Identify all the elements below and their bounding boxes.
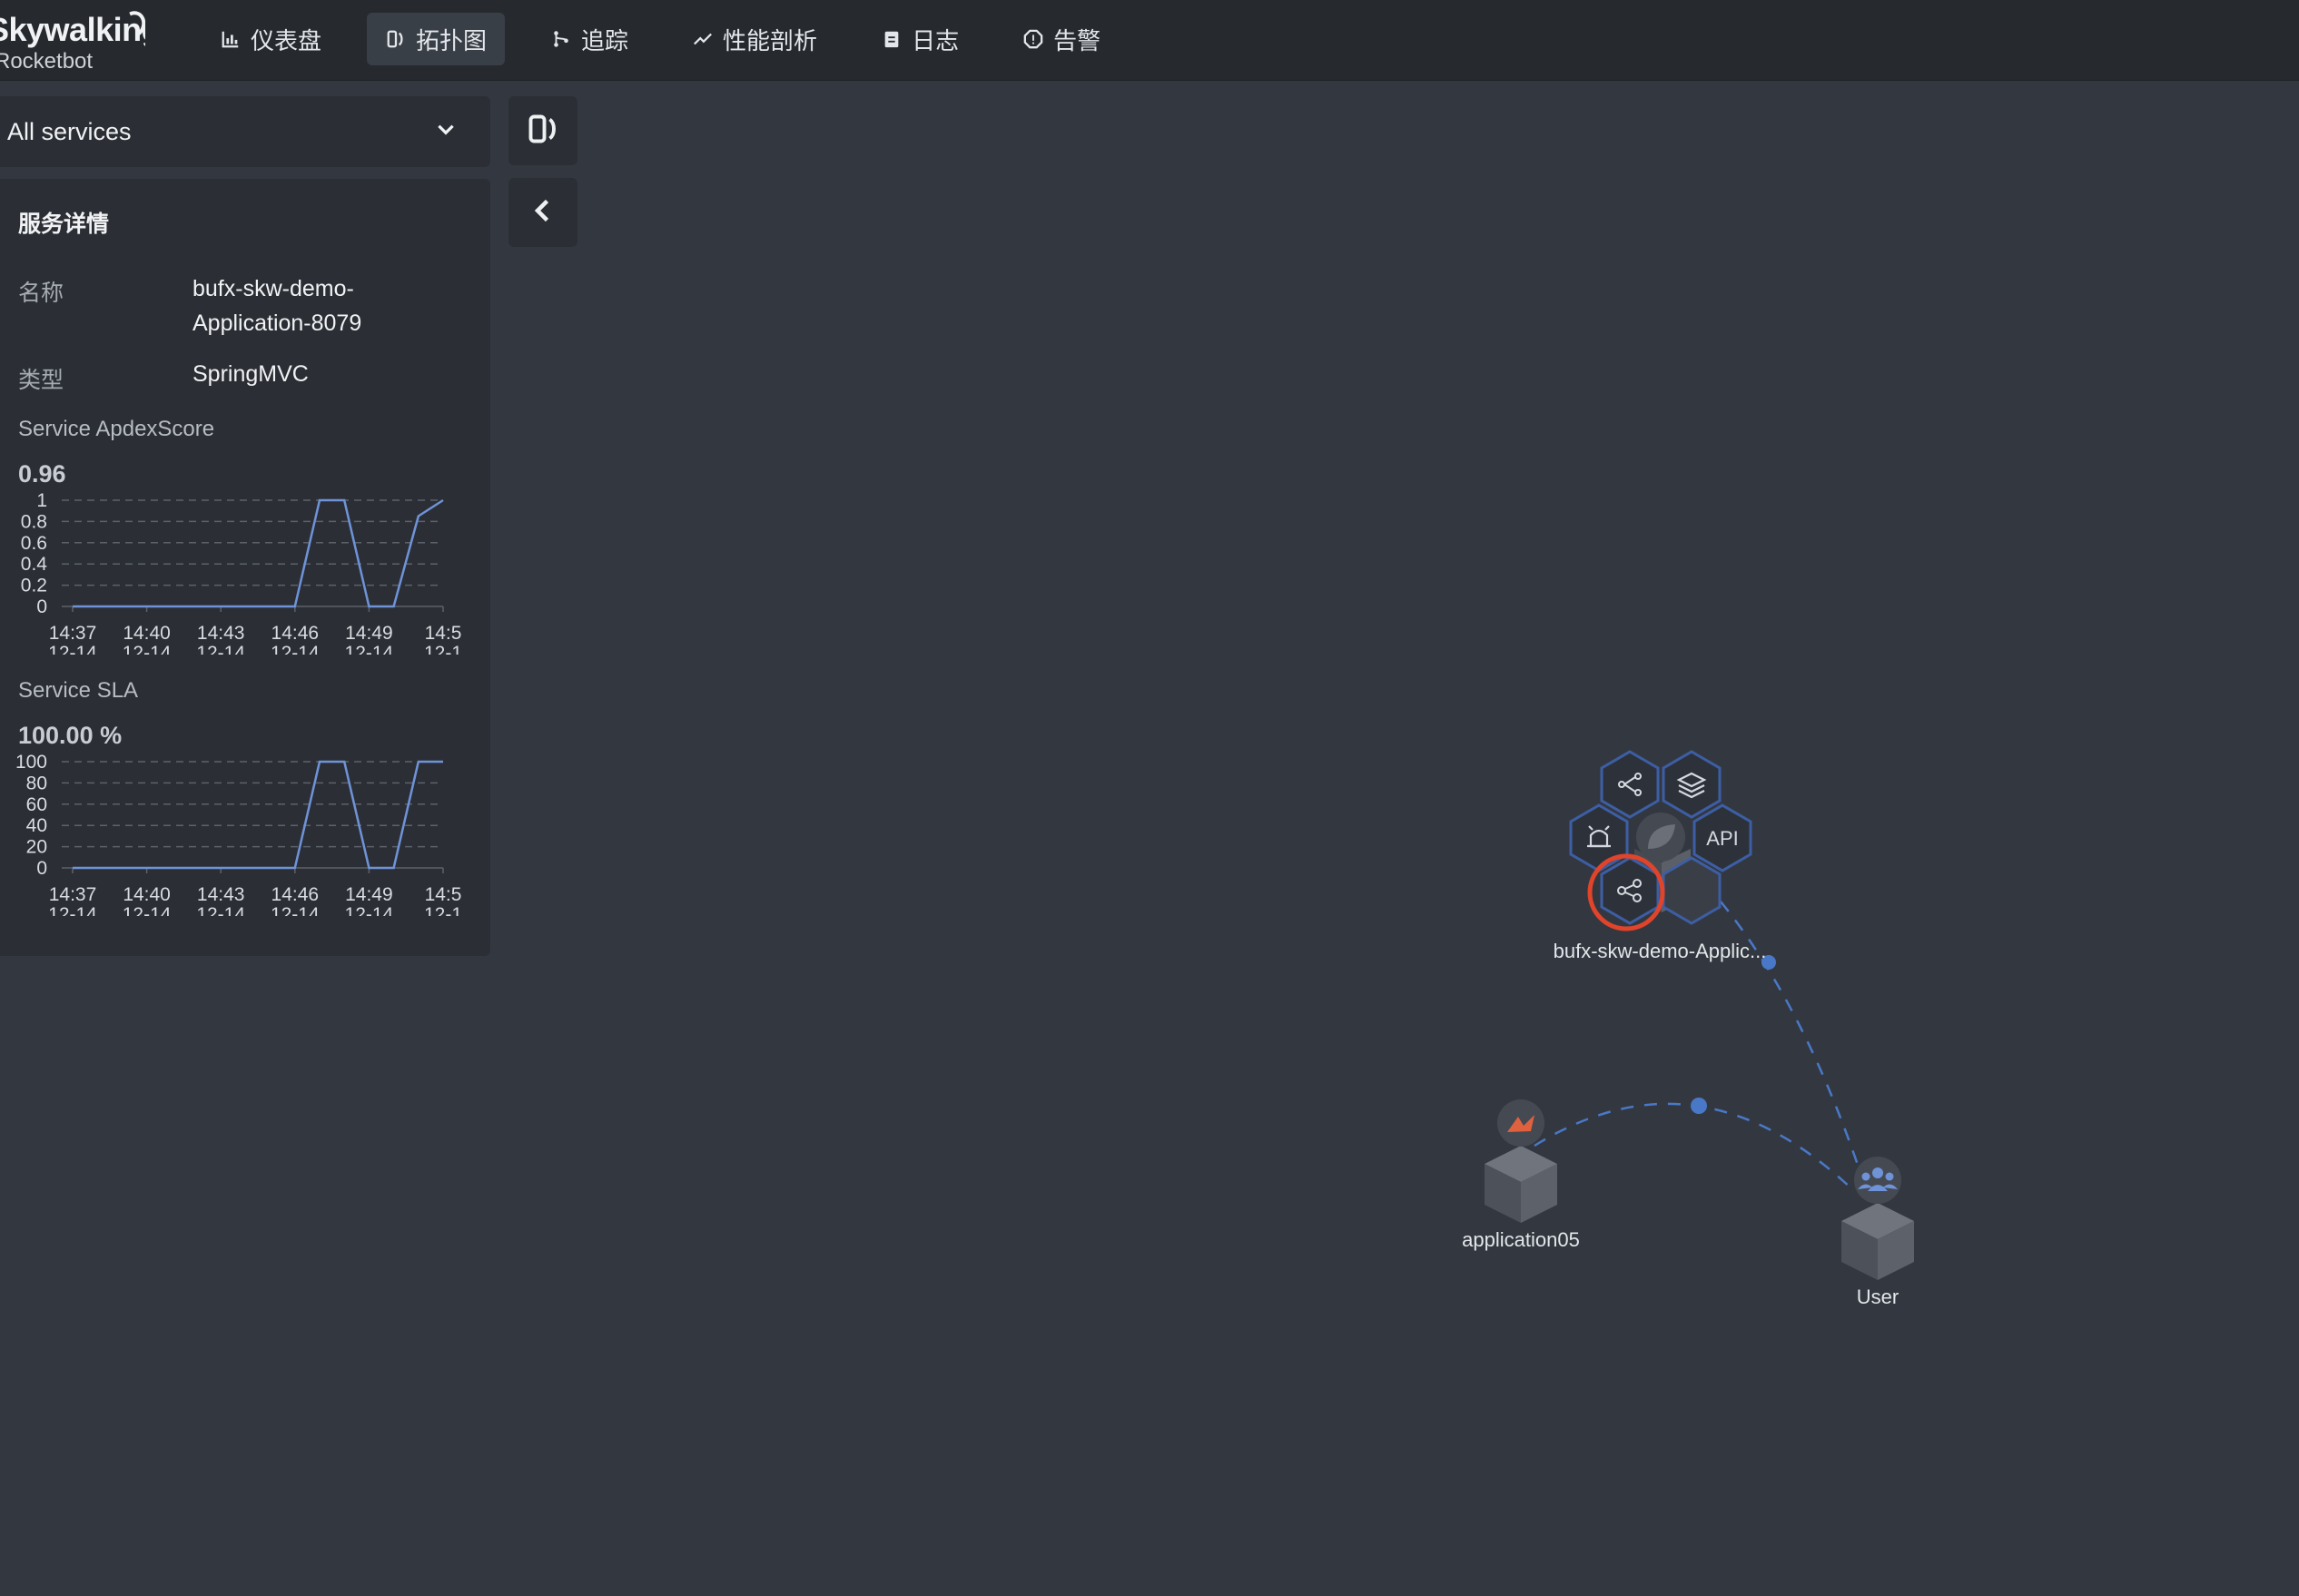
name-label: 名称 bbox=[18, 281, 64, 306]
hex-alarm-button[interactable] bbox=[1569, 803, 1629, 872]
apdex-x-tick-date: 12-14 bbox=[48, 643, 97, 655]
link-app-user-dot[interactable] bbox=[1761, 955, 1776, 970]
sla-x-tick-time: 14:49 bbox=[345, 884, 393, 905]
nav-topology-label: 拓扑图 bbox=[416, 26, 488, 54]
main-nav: 仪表盘 拓扑图 追踪 性能剖析 日志 告警 bbox=[202, 13, 1146, 65]
nav-log-label: 日志 bbox=[912, 26, 960, 54]
nav-log[interactable]: 日志 bbox=[863, 13, 977, 65]
skywalking-logo[interactable]: Skywalking Rocketbot bbox=[0, 7, 145, 74]
sla-x-tick-date: 12-14 bbox=[271, 904, 320, 916]
apdex-x-tick-time: 14:40 bbox=[123, 623, 171, 644]
sla-x-tick-time: 14:43 bbox=[197, 884, 245, 905]
service-name-value: bufx-skw-demo- Application-8079 bbox=[192, 271, 361, 340]
link-app-user[interactable] bbox=[1720, 901, 1868, 1190]
sla-x-tick-date: 12-14 bbox=[48, 904, 97, 916]
apdex-title: Service ApdexScore bbox=[18, 417, 215, 441]
bar-chart-icon bbox=[220, 28, 242, 50]
apdex-x-tick-date: 12-14 bbox=[271, 643, 320, 655]
nav-dashboard[interactable]: 仪表盘 bbox=[202, 13, 340, 65]
apdex-x-tick-date: 12-14 bbox=[196, 643, 245, 655]
sla-y-tick: 0 bbox=[36, 858, 47, 879]
topology-icon bbox=[385, 28, 407, 50]
service-select[interactable]: All services bbox=[0, 96, 490, 167]
sla-x-tick-date: 12-14 bbox=[123, 904, 172, 916]
apdex-chart: 10.80.60.40.2014:3712-1414:4012-1414:431… bbox=[21, 490, 462, 655]
apdex-x-tick-time: 14:5 bbox=[425, 623, 462, 644]
service-name-line1: bufx-skw-demo- bbox=[192, 276, 354, 301]
trend-icon bbox=[692, 28, 714, 50]
panel-title: 服务详情 bbox=[18, 212, 110, 237]
sla-title: Service SLA bbox=[18, 678, 139, 703]
apdex-x-tick-time: 14:46 bbox=[271, 623, 320, 644]
apdex-x-tick-date: 12-14 bbox=[345, 643, 394, 655]
collapse-panel-button[interactable] bbox=[508, 178, 577, 247]
topology-layout-icon bbox=[527, 113, 559, 150]
hex-endpoint-button[interactable]: API bbox=[1692, 803, 1752, 872]
link-app05-user-dot[interactable] bbox=[1691, 1098, 1707, 1114]
apdex-y-tick: 1 bbox=[36, 490, 47, 511]
logo-subtitle: Rocketbot bbox=[0, 49, 94, 74]
branch-icon bbox=[550, 28, 572, 50]
sla-x-tick-time: 14:37 bbox=[49, 884, 97, 905]
type-label: 类型 bbox=[18, 368, 64, 393]
nav-profile[interactable]: 性能剖析 bbox=[674, 13, 835, 65]
apdex-x-tick-date: 12-1 bbox=[424, 643, 462, 655]
nav-trace[interactable]: 追踪 bbox=[532, 13, 646, 65]
node-user-label[interactable]: User bbox=[1857, 1286, 1899, 1308]
nav-trace-label: 追踪 bbox=[581, 26, 629, 54]
hex-trace-button[interactable] bbox=[1600, 750, 1660, 819]
apdex-y-tick: 0 bbox=[36, 596, 47, 617]
sla-series-line bbox=[73, 760, 443, 870]
apdex-x-tick-time: 14:37 bbox=[49, 623, 97, 644]
apdex-x-tick-time: 14:49 bbox=[345, 623, 393, 644]
service-name-line2: Application-8079 bbox=[192, 310, 362, 336]
apdex-x-tick-date: 12-14 bbox=[123, 643, 172, 655]
nav-dashboard-label: 仪表盘 bbox=[251, 26, 322, 54]
apdex-y-tick: 0.2 bbox=[21, 576, 47, 596]
sla-x-tick-date: 12-14 bbox=[196, 904, 245, 916]
topology-layout-button[interactable] bbox=[508, 96, 577, 165]
sla-x-tick-date: 12-1 bbox=[424, 904, 462, 916]
node-app05[interactable] bbox=[1485, 1099, 1557, 1223]
hex-instances-button[interactable] bbox=[1662, 750, 1722, 819]
clipboard-icon bbox=[881, 28, 903, 50]
sla-y-tick: 60 bbox=[26, 794, 47, 815]
node-app8079-label[interactable]: bufx-skw-demo-Applic... bbox=[1554, 940, 1767, 962]
api-icon: API bbox=[1706, 827, 1738, 850]
sla-x-tick-time: 14:5 bbox=[425, 884, 462, 905]
hex-spring-center[interactable] bbox=[1636, 813, 1685, 862]
apdex-y-tick: 0.4 bbox=[21, 554, 48, 575]
alert-icon bbox=[1022, 28, 1044, 50]
nav-alarm-label: 告警 bbox=[1053, 26, 1101, 54]
sla-x-tick-time: 14:40 bbox=[123, 884, 171, 905]
service-select-value: All services bbox=[7, 117, 132, 145]
sla-chart: 10080604020014:3712-1414:4012-1414:4312-… bbox=[15, 752, 462, 916]
sla-y-tick: 80 bbox=[26, 773, 47, 793]
sla-x-tick-date: 12-14 bbox=[345, 904, 394, 916]
sla-y-tick: 100 bbox=[15, 752, 47, 773]
sla-x-tick-time: 14:46 bbox=[271, 884, 320, 905]
top-navigation-bar: Skywalking Rocketbot 仪表盘 拓扑图 追踪 性能 bbox=[0, 0, 2299, 81]
service-type-value: SpringMVC bbox=[192, 361, 309, 387]
link-app05-user[interactable] bbox=[1534, 1102, 1853, 1190]
apdex-series-line bbox=[73, 498, 444, 608]
node-app05-label[interactable]: application05 bbox=[1462, 1228, 1580, 1251]
service-details-panel: 服务详情 名称 bufx-skw-demo- Application-8079 … bbox=[0, 179, 490, 956]
sla-y-tick: 40 bbox=[26, 815, 47, 836]
chevron-left-icon bbox=[527, 194, 559, 232]
apdex-x-tick-time: 14:43 bbox=[197, 623, 245, 644]
apdex-y-tick: 0.8 bbox=[21, 511, 47, 532]
nav-profile-label: 性能剖析 bbox=[723, 26, 818, 54]
node-user[interactable] bbox=[1841, 1157, 1914, 1280]
nav-alarm[interactable]: 告警 bbox=[1004, 13, 1119, 65]
chevron-down-icon bbox=[434, 117, 458, 147]
sla-y-tick: 20 bbox=[26, 837, 47, 858]
nav-topology[interactable]: 拓扑图 bbox=[367, 13, 506, 65]
apdex-y-tick: 0.6 bbox=[21, 533, 47, 554]
